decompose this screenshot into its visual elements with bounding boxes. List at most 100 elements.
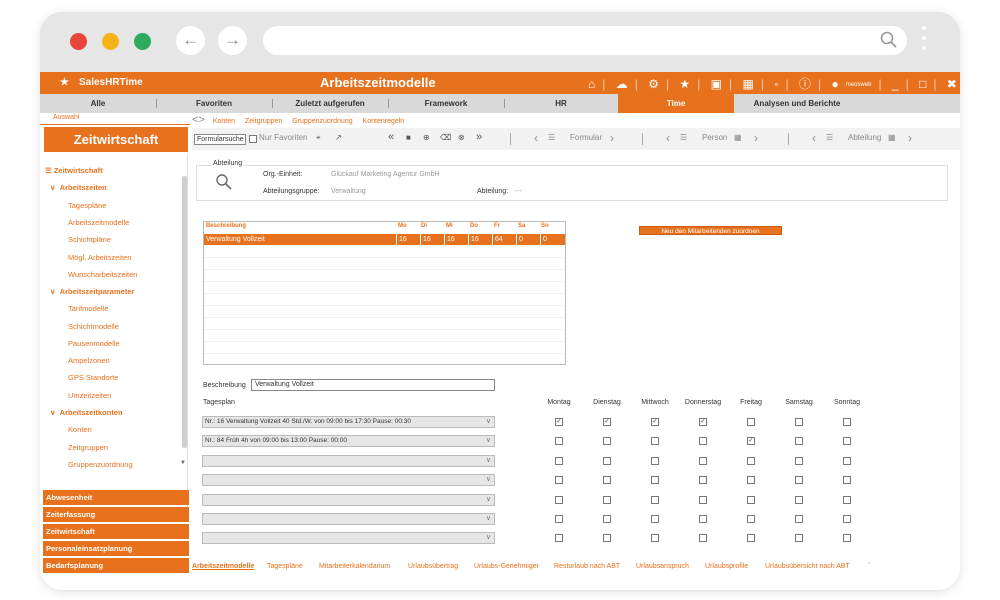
day-checkbox-donnerstag[interactable]: ✓ [699, 418, 707, 426]
back-arrow-icon[interactable]: ← [176, 26, 205, 55]
day-checkbox-samstag[interactable] [795, 437, 803, 446]
day-checkbox-mittwoch[interactable] [651, 456, 659, 465]
section-abwesenheit[interactable]: Abwesenheit [43, 490, 189, 505]
bottom-tab-tagesplaene[interactable]: Tagespläne [267, 563, 303, 570]
grid-col-fr[interactable]: Fr [494, 223, 500, 229]
last-record-icon[interactable]: » [476, 131, 482, 143]
day-checkbox-donnerstag[interactable] [699, 495, 707, 504]
section-bedarfsplanung[interactable]: Bedarfsplanung [43, 558, 189, 573]
user-icon[interactable]: ● [832, 77, 839, 91]
day-checkbox-dienstag[interactable] [603, 534, 611, 543]
day-checkbox-freitag[interactable]: ✓ [747, 437, 755, 446]
day-checkbox-freitag[interactable] [747, 456, 755, 465]
tab-time[interactable]: Time [618, 94, 734, 113]
add-icon[interactable]: ⊕ [423, 133, 430, 142]
formular-list-icon[interactable]: ☰ [548, 133, 555, 142]
assign-employees-button[interactable]: Neu den Mitarbeitenden zuordnen [639, 226, 782, 235]
calendar-icon[interactable]: ▦ [742, 77, 753, 91]
tagesplan-select[interactable]: Nr.: 16 Verwaltung Vollzeit 40 Std./W. v… [202, 416, 495, 428]
day-checkbox-samstag[interactable] [795, 534, 803, 543]
tree-item-ampelzonen[interactable]: Ampelzonen [68, 356, 110, 365]
chat-icon[interactable]: ◦ [774, 77, 778, 91]
expand-icon[interactable]: ⌖ [316, 133, 321, 143]
forward-arrow-icon[interactable]: → [218, 26, 247, 55]
bottom-tab-urlaubs-genehmiger[interactable]: Urlaubs-Genehmiger [474, 563, 539, 570]
day-checkbox-donnerstag[interactable] [699, 437, 707, 446]
sidebar-scrollbar[interactable] [182, 176, 187, 448]
cancel-icon[interactable]: ⊗ [458, 133, 465, 142]
person-next-icon[interactable]: › [754, 131, 758, 145]
first-record-icon[interactable]: « [388, 131, 394, 143]
sub-nav-arrows-icon[interactable]: <> [192, 114, 205, 126]
day-checkbox-freitag[interactable] [747, 476, 755, 485]
browser-menu-icon[interactable] [922, 26, 926, 56]
maximize-icon[interactable]: □ [919, 77, 926, 91]
info-icon[interactable]: ⓘ [799, 75, 811, 92]
nur-favoriten-checkbox[interactable] [249, 135, 257, 143]
day-checkbox-dienstag[interactable] [603, 495, 611, 504]
home-icon[interactable]: ⌂ [588, 77, 595, 91]
tree-item-tarifmodelle[interactable]: Tarifmodelle [68, 304, 108, 313]
cloud-icon[interactable]: ☁ [616, 77, 628, 91]
section-personaleinsatzplanung[interactable]: Personaleinsatzplanung [43, 541, 189, 556]
subnav-konten[interactable]: Konten [213, 118, 235, 125]
day-checkbox-mittwoch[interactable]: ✓ [651, 418, 659, 426]
grid-col-beschreibung[interactable]: Beschreibung [206, 223, 246, 229]
day-checkbox-donnerstag[interactable] [699, 476, 707, 485]
day-checkbox-donnerstag[interactable] [699, 534, 707, 543]
day-checkbox-samstag[interactable] [795, 476, 803, 485]
formsearch-input[interactable]: Formularsuche [194, 134, 246, 145]
subnav-gruppenzuordnung[interactable]: Gruppenzuordnung [292, 118, 352, 125]
tree-group-arbeitszeitparameter[interactable]: ∨ Arbeitszeitparameter [50, 287, 134, 296]
more-tabs-icon[interactable]: ˆ [868, 563, 870, 570]
day-checkbox-dienstag[interactable] [603, 437, 611, 446]
favorite-star-icon[interactable]: ★ [679, 77, 690, 91]
subnav-zeitgruppen[interactable]: Zeitgruppen [245, 118, 282, 125]
tree-group-arbeitszeiten[interactable]: ∨ Arbeitszeiten [50, 183, 107, 192]
day-checkbox-sonntag[interactable] [843, 534, 851, 543]
tagesplan-select[interactable]: Nr.: 84 Früh 4h von 09:00 bis 13:00 Paus… [202, 435, 495, 448]
delete-icon[interactable]: ⌫ [440, 133, 451, 142]
tagesplan-select[interactable]: ∨ [202, 474, 495, 487]
tree-item-gruppenzuordnung[interactable]: Gruppenzuordnung [68, 460, 133, 469]
lock-icon[interactable]: ▣ [711, 77, 722, 91]
gear-icon[interactable]: ⚙ [648, 77, 659, 91]
tree-item-schichtplaene[interactable]: Schichtpläne [68, 235, 111, 244]
tagesplan-select[interactable]: ∨ [202, 532, 495, 545]
abteilung-list-icon[interactable]: ☰ [826, 133, 833, 142]
day-checkbox-freitag[interactable] [747, 495, 755, 504]
grid-col-mo[interactable]: Mo [398, 223, 407, 229]
day-checkbox-dienstag[interactable] [603, 456, 611, 465]
day-checkbox-dienstag[interactable] [603, 476, 611, 485]
tree-item-moegl-arbeitszeiten[interactable]: Mögl. Arbeitszeiten [68, 253, 131, 262]
formular-prev-icon[interactable]: ‹ [534, 131, 538, 145]
tree-item-wunscharbeitszeiten[interactable]: Wunscharbeitszeiten [68, 270, 137, 279]
search-icon[interactable] [879, 30, 899, 50]
minimize-icon[interactable]: _ [892, 77, 899, 91]
grid-col-mi[interactable]: Mi [446, 223, 453, 229]
day-checkbox-dienstag[interactable] [603, 515, 611, 523]
day-checkbox-montag[interactable] [555, 437, 563, 446]
grid-col-so[interactable]: So [541, 223, 549, 229]
close-window-dot[interactable] [70, 33, 87, 50]
day-checkbox-samstag[interactable] [795, 515, 803, 523]
day-checkbox-sonntag[interactable] [843, 495, 851, 504]
day-checkbox-donnerstag[interactable] [699, 456, 707, 465]
day-checkbox-freitag[interactable] [747, 515, 755, 523]
tree-item-gps-standorte[interactable]: GPS Standorte [68, 373, 118, 382]
magnifier-icon[interactable] [215, 173, 233, 191]
tab-alle[interactable]: Alle [40, 94, 156, 113]
person-calendar-icon[interactable]: ▦ [734, 133, 742, 142]
tagesplan-select[interactable]: ∨ [202, 454, 495, 467]
day-checkbox-mittwoch[interactable] [651, 476, 659, 485]
day-checkbox-sonntag[interactable] [843, 515, 851, 523]
bottom-tab-urlaubsuebertrag[interactable]: Urlaubsübertrag [408, 563, 458, 570]
tree-item-pausenmodelle[interactable]: Pausenmodelle [68, 339, 120, 348]
scroll-down-icon[interactable]: ▼ [180, 460, 186, 466]
user-name[interactable]: meosweb [846, 82, 872, 88]
abteilungsgruppe-value[interactable]: Verwaltung [331, 188, 366, 195]
maximize-window-dot[interactable] [134, 33, 151, 50]
day-checkbox-donnerstag[interactable] [699, 515, 707, 523]
tagesplan-select[interactable]: ∨ [202, 493, 495, 506]
day-checkbox-samstag[interactable] [795, 456, 803, 465]
